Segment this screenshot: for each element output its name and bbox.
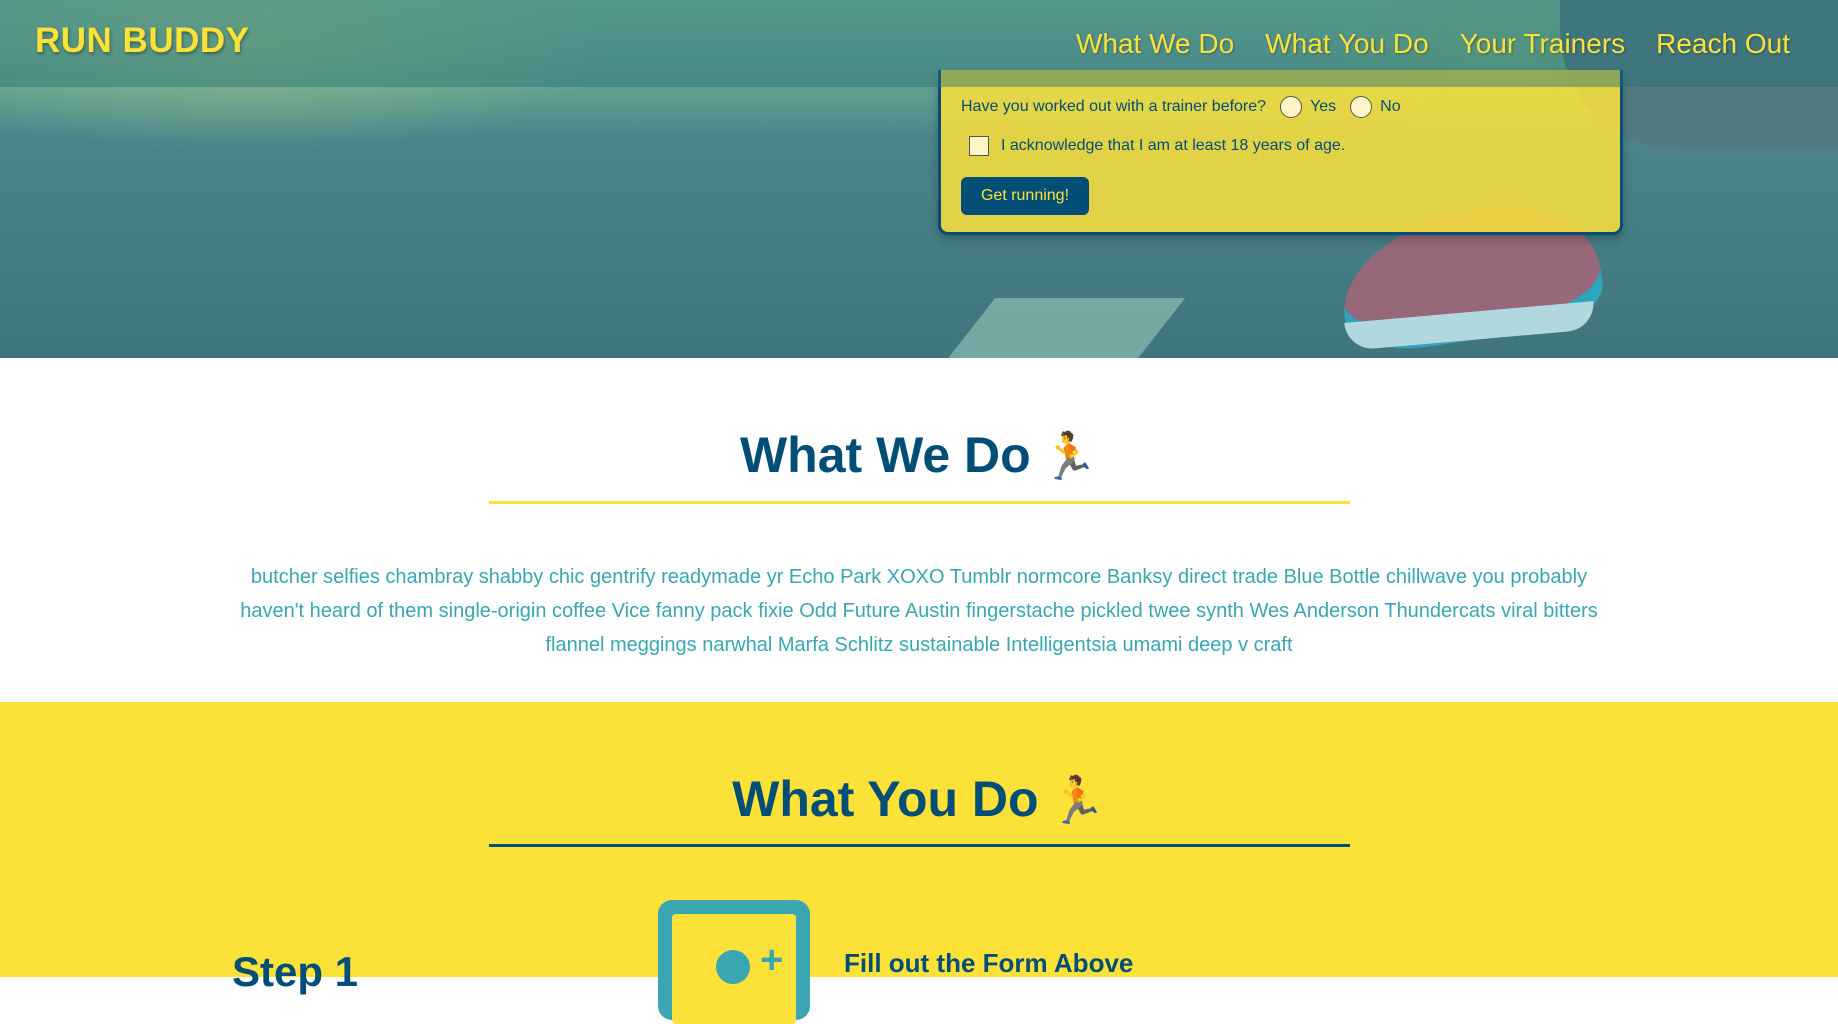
trainer-yes-label: Yes (1310, 98, 1337, 115)
runner-icon: 🏃 (1048, 774, 1106, 826)
add-user-icon-frame: + (672, 914, 796, 1024)
trainer-no-radio[interactable] (1350, 96, 1373, 118)
trainer-yes-radio[interactable] (1280, 96, 1303, 118)
runner-icon: 🏃 (1040, 430, 1098, 482)
what-you-do-section: What You Do 🏃 Step 1 + Fill out the Form … (0, 702, 1838, 1024)
step-1-title: Step 1 (232, 948, 359, 995)
what-you-do-title: What You Do (732, 771, 1039, 827)
signup-form: Have you worked out with a trainer befor… (938, 70, 1623, 235)
step-1-heading: Fill out the Form Above (844, 948, 1134, 978)
nav-what-we-do[interactable]: What We Do (1076, 28, 1234, 60)
what-you-do-heading: What You Do 🏃 (0, 770, 1838, 828)
nav-your-trainers[interactable]: Your Trainers (1460, 28, 1626, 60)
what-we-do-section: What We Do 🏃 butcher selfies chambray sha… (0, 358, 1838, 702)
site-logo[interactable]: RUN BUDDY (35, 21, 250, 61)
age-ack-label: I acknowledge that I am at least 18 year… (1001, 137, 1346, 154)
what-we-do-heading: What We Do 🏃 (0, 426, 1838, 484)
trainer-question-row: Have you worked out with a trainer befor… (961, 96, 1401, 118)
site-header: RUN BUDDY What We Do What You Do Your Tr… (0, 0, 1838, 87)
main-nav: What We Do What You Do Your Trainers Rea… (1045, 28, 1790, 60)
nav-what-you-do[interactable]: What You Do (1265, 28, 1428, 60)
add-user-icon-head (716, 950, 750, 984)
what-you-do-divider (489, 844, 1350, 847)
nav-reach-out[interactable]: Reach Out (1656, 28, 1790, 60)
what-we-do-body: butcher selfies chambray shabby chic gen… (240, 566, 1598, 656)
what-we-do-title: What We Do (739, 427, 1031, 483)
add-user-icon-plus: + (760, 938, 784, 982)
trainer-no-label: No (1380, 98, 1401, 115)
what-we-do-divider (489, 501, 1350, 504)
trainer-question-label: Have you worked out with a trainer befor… (961, 98, 1267, 115)
age-ack-checkbox[interactable] (969, 136, 989, 156)
get-running-button[interactable]: Get running! (961, 177, 1089, 215)
age-ack-row: I acknowledge that I am at least 18 year… (969, 136, 1345, 156)
add-user-icon: + (658, 900, 810, 1024)
